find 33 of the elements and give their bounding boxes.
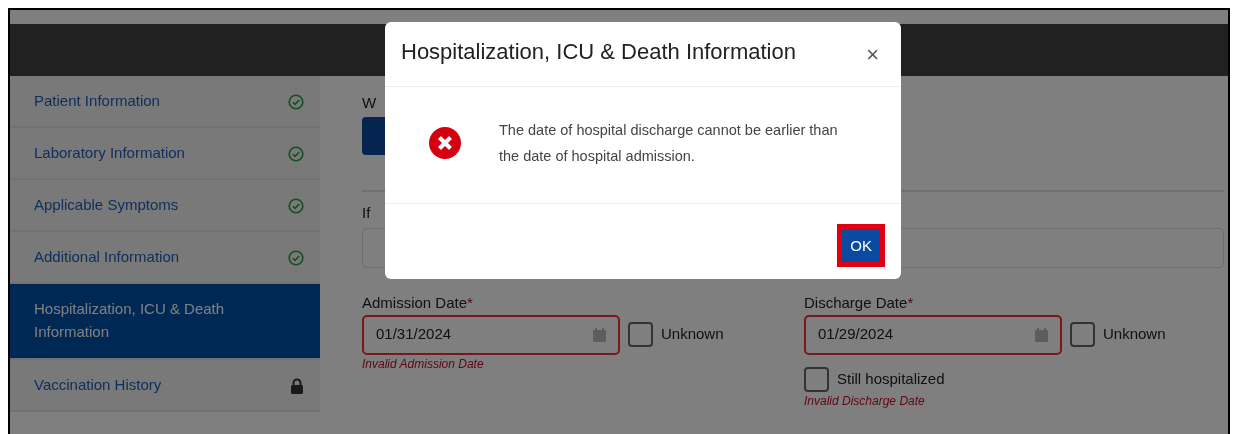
sidebar-item[interactable]: Vaccination History [10,360,320,412]
calendar-icon [1035,328,1048,343]
sidebar-item[interactable]: Laboratory Information [10,128,320,180]
date-field[interactable]: 01/29/2024 [804,314,1062,355]
required-mark: * [467,293,473,313]
checkbox-label[interactable]: Unknown [661,323,724,346]
dialog-message: The date of hospital discharge cannot be earlier than the date of hospital admission. [499,121,839,167]
check-circle-icon [288,250,304,267]
check-circle-icon [288,94,304,111]
error-message: Invalid Discharge Date [804,392,926,410]
lock-icon [290,378,304,395]
sidebar-item[interactable]: Patient Information [10,76,320,128]
required-mark: * [907,293,914,313]
error-message: Invalid Admission Date [362,355,485,373]
checkbox[interactable] [1070,322,1095,347]
ok-button[interactable]: OK [842,229,880,263]
sidebar-item[interactable]: Hospitalization, ICU & Death Information [10,284,320,360]
check-circle-icon [288,198,304,215]
checkbox-label[interactable]: Unknown [1103,323,1166,346]
sidebar-item[interactable]: Applicable Symptoms [10,180,320,232]
partial-label: W [362,93,378,113]
dialog-title: Hospitalization, ICU & Death Information [401,38,797,66]
close-button[interactable]: × [860,38,885,68]
partial-label: If [362,202,372,223]
error-icon [429,127,461,160]
field-label: Discharge Date [804,293,908,313]
checkbox-label[interactable]: Still hospitalized [837,367,945,391]
date-field[interactable]: 01/31/2024 [362,314,620,355]
checkbox[interactable] [628,322,653,347]
field-label: Admission Date [362,293,468,313]
calendar-icon [593,328,606,343]
check-circle-icon [288,146,304,163]
checkbox[interactable] [804,366,829,392]
